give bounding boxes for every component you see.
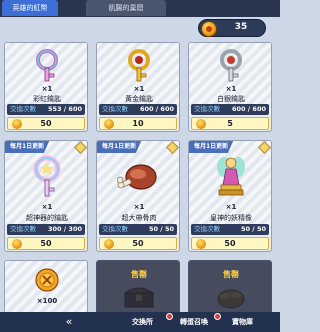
exchange-value: 300 / 300 (47, 225, 82, 233)
silver-key-icon (220, 49, 242, 82)
price-tag: 5 (191, 117, 269, 130)
price-value: 5 (227, 119, 233, 128)
shop-item-giant-meat[interactable]: 每月1日更新 ×1 超大帶骨肉 交換次數 50 / 50 50 (96, 140, 180, 252)
shop-item-gold-bag[interactable]: 售罄 (188, 260, 272, 320)
monthly-reset-tag: 每月1日更新 (97, 141, 142, 153)
price-tag: 50 (7, 237, 85, 250)
meat-icon (117, 164, 157, 190)
item-quantity: ×1 (41, 203, 53, 211)
currency-amount: 35 (234, 22, 248, 32)
exchange-label: 交換次數 (102, 105, 128, 113)
notification-dot (214, 313, 221, 320)
exchange-value: 600 / 600 (139, 105, 174, 113)
exchange-count: 交換次數 50 / 50 (191, 224, 269, 235)
item-name: 白銀鑰匙 (217, 95, 245, 103)
rainbow-key-icon (36, 49, 58, 82)
item-name: 彩虹鑰匙 (33, 95, 61, 103)
item-quantity: ×1 (41, 85, 53, 93)
back-button[interactable]: « (56, 314, 82, 330)
price-tag: 10 (99, 117, 177, 130)
shop-item-rainbow-key[interactable]: ×1 彩虹鑰匙 交換次數 553 / 600 50 (4, 42, 88, 132)
exchange-count: 交換次數 600 / 600 (99, 104, 177, 115)
shop-item-gold-key[interactable]: ×1 黃金鑰匙 交換次數 600 / 600 10 (96, 42, 180, 132)
item-name: 皇神的妖精像 (210, 214, 252, 222)
sold-out-label: 售罄 (131, 270, 147, 279)
price-value: 50 (40, 119, 52, 128)
price-tag: 50 (7, 117, 85, 130)
gold-coin-icon (201, 21, 217, 37)
shop-item-super-artifact-key[interactable]: 每月1日更新 ×1 超神器的鑰匙 交換次數 300 / 300 50 (4, 140, 88, 252)
currency-display: 35 (198, 19, 266, 37)
exchange-count: 交換次數 300 / 300 (7, 224, 85, 235)
price-value: 50 (132, 239, 144, 248)
shop-item-silver-key[interactable]: ×1 白銀鑰匙 交換次數 600 / 600 5 (188, 42, 272, 132)
item-name: 超大帶骨肉 (121, 214, 157, 222)
exchange-count: 交換次數 600 / 600 (191, 104, 269, 115)
exchange-label: 交換次數 (194, 105, 220, 113)
exchange-label: 交換次數 (10, 105, 36, 113)
tab-bar: 英雄的紅幣 飢腸的巢窟 (0, 0, 280, 17)
exchange-count: 交換次數 50 / 50 (99, 224, 177, 235)
coin-stack-icon (35, 268, 59, 292)
exchange-value: 553 / 600 (47, 105, 82, 113)
shop-item-fairy-statue[interactable]: 每月1日更新 ×1 皇神的妖精像 交換次數 50 / 50 50 (188, 140, 272, 252)
tab-hero-red-coin[interactable]: 英雄的紅幣 (2, 0, 58, 16)
price-value: 50 (40, 239, 52, 248)
item-quantity: ×1 (225, 203, 237, 211)
exchange-label: 交換次數 (102, 225, 128, 233)
tab-hungry-den[interactable]: 飢腸的巢窟 (86, 0, 166, 16)
item-name: 黃金鑰匙 (125, 95, 153, 103)
item-quantity: ×1 (225, 85, 237, 93)
exchange-value: 600 / 600 (231, 105, 266, 113)
exchange-value: 50 / 50 (149, 225, 174, 233)
item-name: 超神器的鑰匙 (26, 214, 68, 222)
gacha-summon-button[interactable]: 轉蛋召喚 (180, 317, 208, 327)
gold-key-icon (128, 49, 150, 82)
exchange-shop-button[interactable]: 交換所 (132, 317, 153, 327)
shop-item-chest[interactable]: 售罄 (96, 260, 180, 320)
notification-dot (166, 313, 173, 320)
item-quantity: ×1 (133, 203, 145, 211)
item-quantity: ×1 (133, 85, 145, 93)
super-key-icon (33, 155, 61, 197)
exchange-label: 交換次數 (194, 225, 220, 233)
exchange-value: 50 / 50 (241, 225, 266, 233)
exchange-label: 交換次數 (10, 225, 36, 233)
monthly-reset-tag: 每月1日更新 (189, 141, 234, 153)
shop-item-coin-stack[interactable]: ×100 (4, 260, 88, 320)
treasure-vault-button[interactable]: 寶物庫 (232, 317, 253, 327)
price-tag: 50 (99, 237, 177, 250)
monthly-reset-tag: 每月1日更新 (5, 141, 50, 153)
sold-out-label: 售罄 (223, 270, 239, 279)
price-value: 50 (224, 239, 236, 248)
exchange-count: 交換次數 553 / 600 (7, 104, 85, 115)
price-value: 10 (132, 119, 144, 128)
price-tag: 50 (191, 237, 269, 250)
fairy-statue-icon (217, 157, 245, 196)
item-quantity: ×100 (36, 297, 58, 305)
